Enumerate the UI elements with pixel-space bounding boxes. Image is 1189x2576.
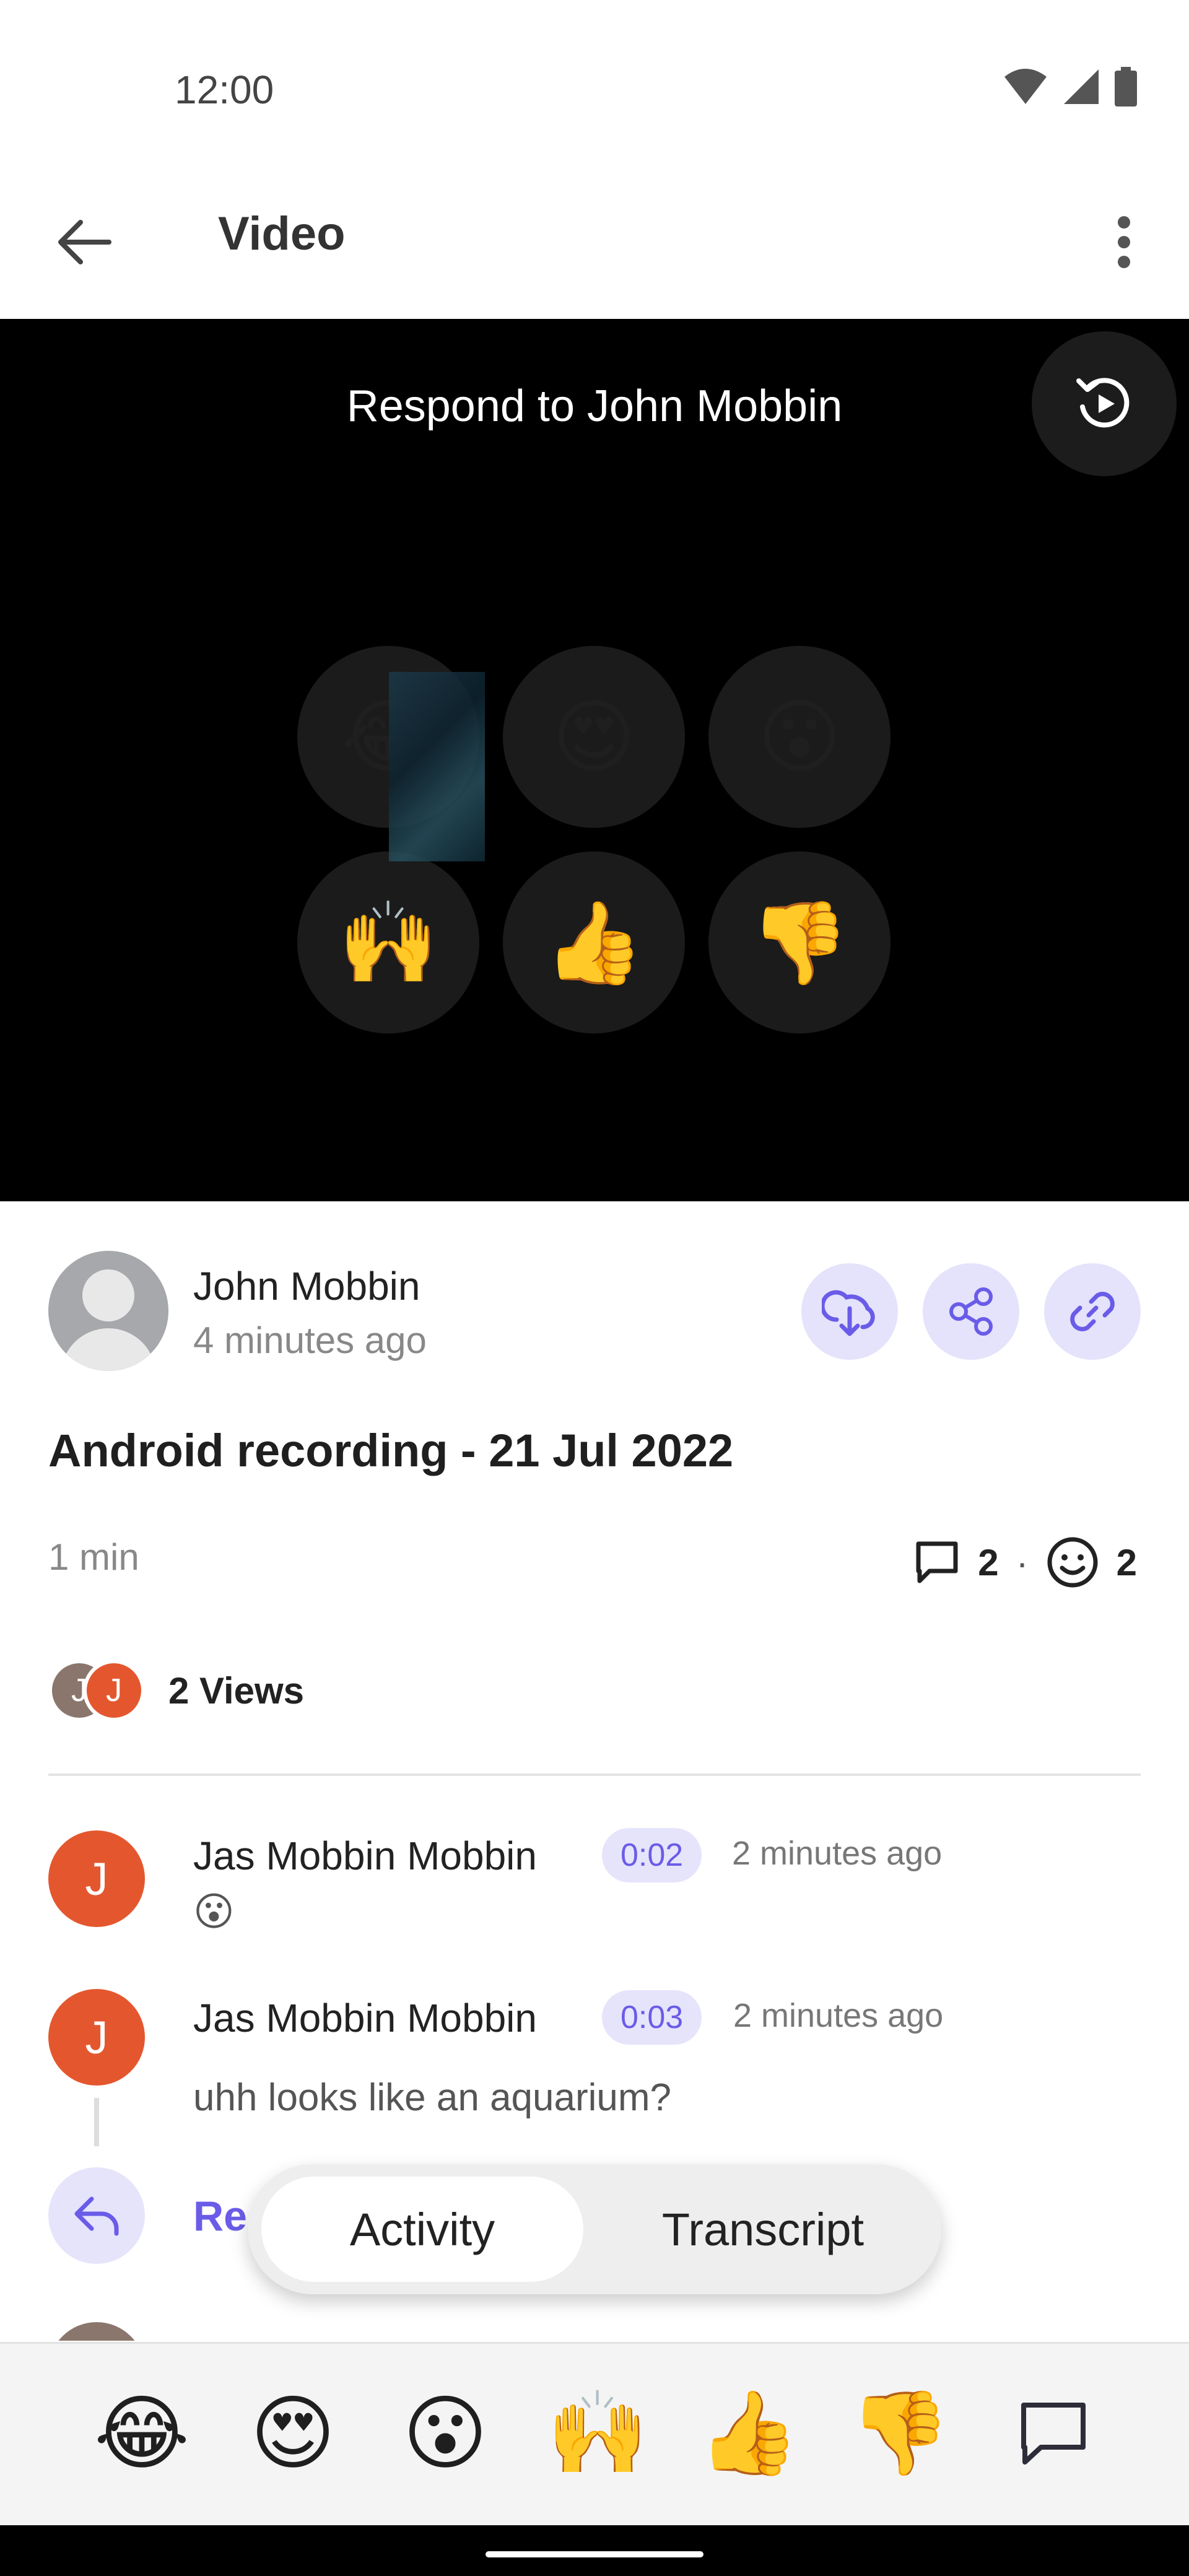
reaction-thumbs-down-button[interactable]: 👎 xyxy=(841,2375,959,2492)
views-count: 2 Views xyxy=(168,1669,305,1712)
video-player[interactable]: Respond to John Mobbin 😂 😍 😮 🙌 👍 👎 xyxy=(0,319,1189,1201)
reaction-joy-button[interactable]: 😂 xyxy=(83,2375,201,2492)
commenter-avatar xyxy=(48,2322,145,2341)
reply-label[interactable]: Re xyxy=(193,2192,247,2240)
signal-icon xyxy=(1064,69,1099,104)
comment-time: 2 minutes ago xyxy=(733,1997,944,2034)
comment-body: uhh looks like an aquarium? xyxy=(193,2076,672,2119)
author-avatar[interactable] xyxy=(48,1251,168,1371)
more-vert-icon xyxy=(1118,216,1130,268)
engagement-stats: 2 · 2 xyxy=(913,1536,1137,1589)
status-time: 12:00 xyxy=(175,67,274,112)
comment-icon xyxy=(916,1541,958,1583)
reaction-count: 2 xyxy=(1116,1541,1137,1583)
tab-activity[interactable]: Activity xyxy=(261,2177,583,2282)
more-options-button[interactable] xyxy=(1084,202,1164,282)
reaction-raised-hands-button[interactable]: 🙌 xyxy=(297,851,479,1033)
commenter-avatar[interactable]: J xyxy=(48,1989,145,2086)
timestamp-chip[interactable]: 0:02 xyxy=(602,1828,702,1882)
author-time: 4 minutes ago xyxy=(193,1320,427,1361)
commenter-name: Jas Mobbin Mobbin xyxy=(193,1996,537,2040)
reaction-thumbs-up-button[interactable]: 👍 xyxy=(690,2375,808,2492)
home-handle[interactable] xyxy=(486,2551,703,2557)
battery-icon xyxy=(1115,67,1137,107)
status-icons xyxy=(1003,67,1137,107)
reply-button[interactable] xyxy=(48,2167,145,2264)
reaction-surprised-button[interactable]: 😮 xyxy=(386,2375,504,2492)
video-title: Android recording - 21 Jul 2022 xyxy=(48,1425,734,1476)
reaction-raised-hands-button[interactable]: 🙌 xyxy=(539,2375,656,2492)
commenter-avatar[interactable]: J xyxy=(48,1830,145,1927)
reaction-surprised-button[interactable]: 😮 xyxy=(708,646,891,828)
share-button[interactable] xyxy=(923,1263,1019,1360)
activity-transcript-toggle: Activity Transcript xyxy=(248,2164,941,2294)
replay-button[interactable] xyxy=(1032,331,1177,476)
author-name[interactable]: John Mobbin xyxy=(193,1263,420,1309)
system-nav-bar xyxy=(0,2525,1189,2576)
tab-transcript[interactable]: Transcript xyxy=(596,2177,930,2282)
page-title: Video xyxy=(218,207,346,260)
download-button[interactable] xyxy=(801,1263,898,1360)
add-comment-button[interactable] xyxy=(995,2375,1112,2492)
reaction-heart-eyes-button[interactable]: 😍 xyxy=(503,646,685,828)
link-icon xyxy=(1070,1292,1115,1331)
replay-icon xyxy=(1076,378,1130,428)
reaction-heart-eyes-button[interactable]: 😍 xyxy=(234,2375,352,2492)
respond-prompt: Respond to John Mobbin xyxy=(346,381,843,431)
reaction-thumbs-up-button[interactable]: 👍 xyxy=(503,851,685,1033)
timestamp-chip[interactable]: 0:03 xyxy=(602,1990,702,2045)
comment-time: 2 minutes ago xyxy=(732,1835,943,1872)
app-bar: Video xyxy=(0,180,1189,319)
commenter-name: Jas Mobbin Mobbin xyxy=(193,1834,537,1878)
back-button[interactable] xyxy=(43,202,124,282)
stats-separator: · xyxy=(1016,1541,1029,1583)
viewers-row[interactable]: J J 2 Views xyxy=(48,1660,304,1721)
video-reaction-grid: 😂 😍 😮 🙌 👍 👎 xyxy=(297,646,892,1033)
viewer-avatar: J xyxy=(83,1660,145,1721)
comment-count: 2 xyxy=(978,1541,999,1583)
video-thumbnail-overlay xyxy=(389,672,485,861)
wifi-icon xyxy=(1004,69,1047,104)
share-icon xyxy=(949,1287,993,1336)
reply-icon xyxy=(74,2196,119,2236)
comment-body: 😮 xyxy=(193,1889,235,1934)
video-duration: 1 min xyxy=(48,1536,139,1578)
reaction-thumbs-down-button[interactable]: 👎 xyxy=(708,851,891,1033)
arrow-left-icon xyxy=(58,220,111,264)
download-icon xyxy=(822,1290,875,1336)
divider xyxy=(48,1773,1141,1776)
status-bar: 12:00 xyxy=(0,0,1189,180)
thread-line xyxy=(94,2098,99,2146)
comment-icon xyxy=(1021,2403,1086,2465)
bottom-reaction-bar: 😂 😍 😮 🙌 👍 👎 xyxy=(0,2342,1189,2525)
next-comment-peek xyxy=(48,2322,1141,2341)
copy-link-button[interactable] xyxy=(1044,1263,1141,1360)
smiley-icon xyxy=(1047,1537,1098,1588)
